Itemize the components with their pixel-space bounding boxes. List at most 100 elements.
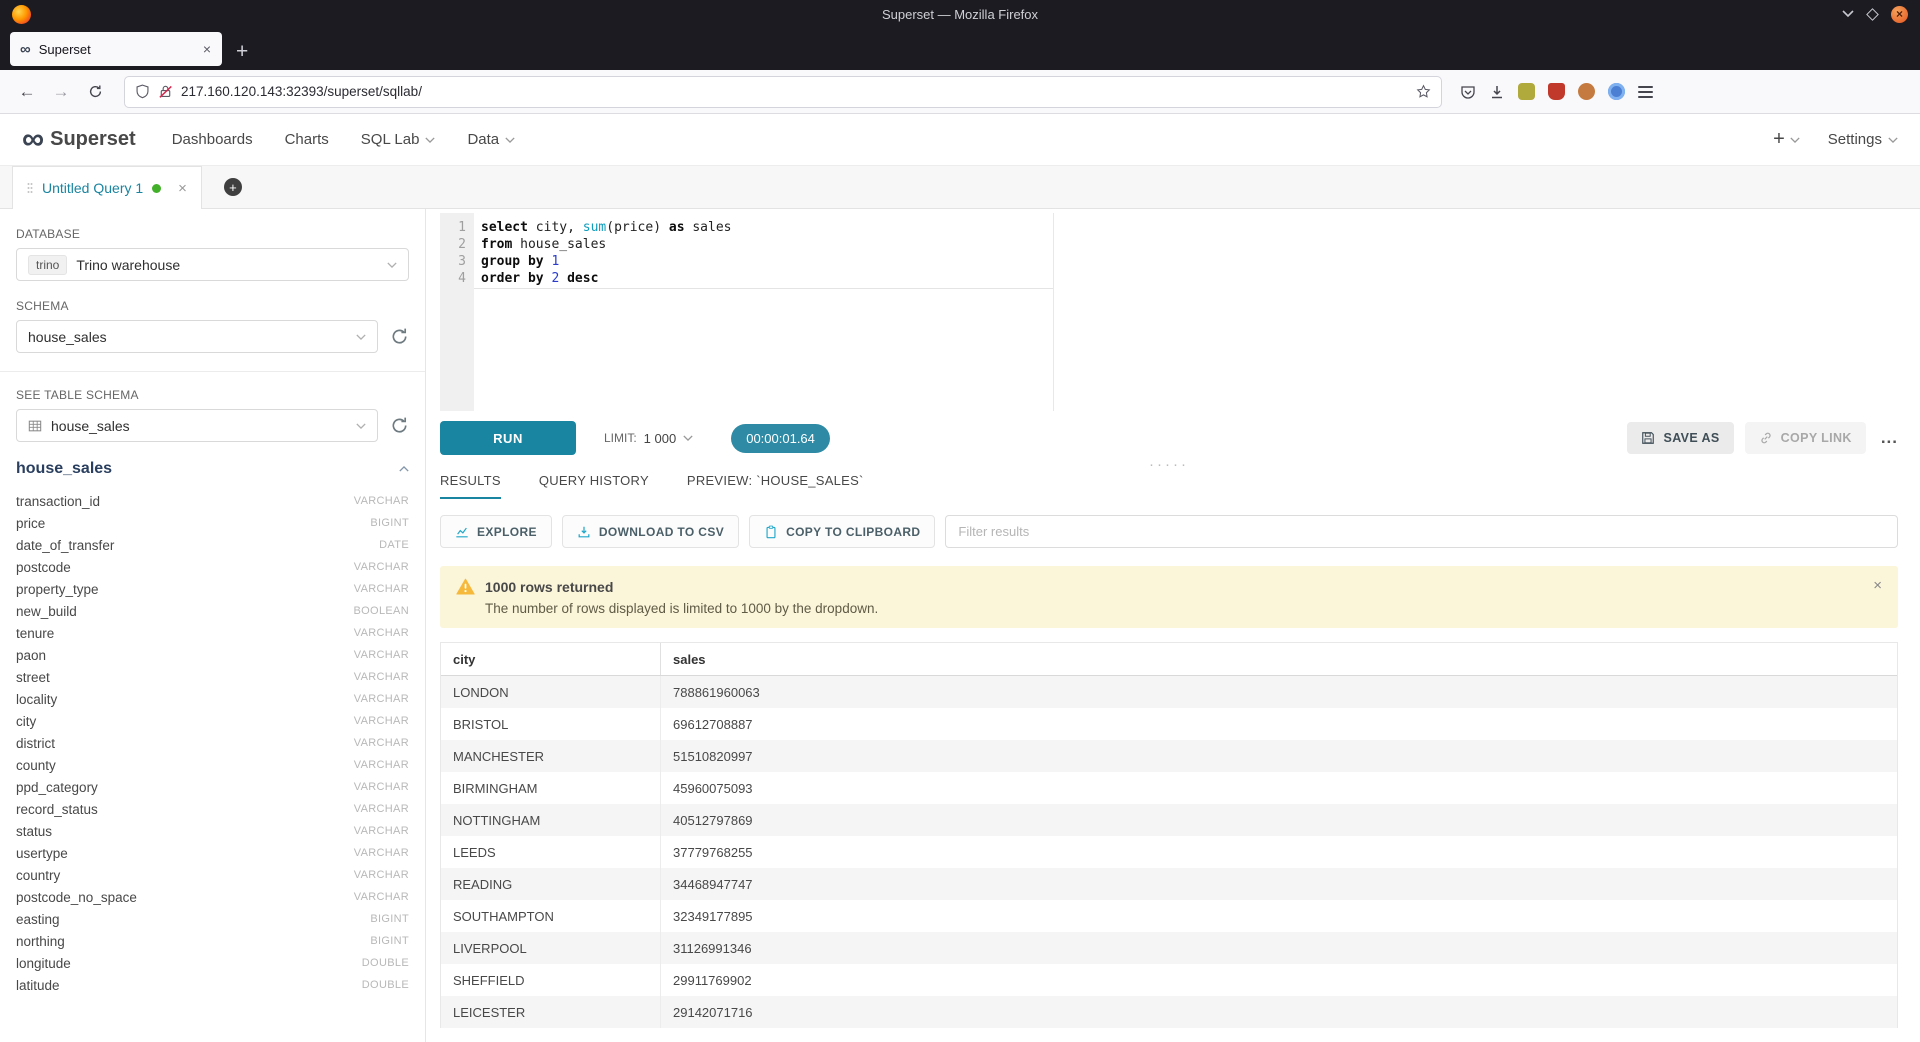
table-select[interactable]: house_sales bbox=[16, 409, 378, 442]
nav-item-sql-lab[interactable]: SQL Lab bbox=[361, 131, 436, 148]
copy-clipboard-button[interactable]: COPY TO CLIPBOARD bbox=[749, 515, 935, 548]
chevron-up-icon[interactable] bbox=[399, 466, 409, 472]
table-row[interactable]: BIRMINGHAM45960075093 bbox=[441, 772, 1897, 804]
table-row[interactable]: SHEFFIELD29911769902 bbox=[441, 964, 1897, 996]
table-name[interactable]: house_sales bbox=[16, 460, 112, 478]
column-row[interactable]: countryVARCHAR bbox=[16, 864, 409, 886]
table-row[interactable]: LONDON788861960063 bbox=[441, 676, 1897, 708]
back-button[interactable]: ← bbox=[14, 82, 40, 102]
limit-dropdown[interactable]: LIMIT: 1 000 bbox=[604, 431, 693, 446]
column-row[interactable]: record_statusVARCHAR bbox=[16, 798, 409, 820]
window-minimize-button[interactable] bbox=[1842, 10, 1854, 18]
editor-code[interactable]: select city, sum(price) as salesfrom hou… bbox=[474, 213, 1898, 411]
column-row[interactable]: priceBIGINT bbox=[16, 512, 409, 534]
extension-icon-2[interactable] bbox=[1548, 83, 1565, 100]
see-table-label: SEE TABLE SCHEMA bbox=[16, 388, 409, 402]
column-row[interactable]: ppd_categoryVARCHAR bbox=[16, 776, 409, 798]
run-button[interactable]: RUN bbox=[440, 421, 576, 455]
column-row[interactable]: new_buildBOOLEAN bbox=[16, 600, 409, 622]
column-row[interactable]: date_of_transferDATE bbox=[16, 534, 409, 556]
tab-close-icon[interactable]: × bbox=[200, 41, 214, 57]
copy-link-button[interactable]: COPY LINK bbox=[1745, 422, 1866, 454]
column-header-city[interactable]: city bbox=[441, 643, 661, 675]
code-line[interactable]: order by 2 desc bbox=[481, 270, 1898, 287]
pane-splitter-handle[interactable]: ····· bbox=[440, 455, 1898, 473]
column-row[interactable]: countyVARCHAR bbox=[16, 754, 409, 776]
new-menu-button[interactable]: + bbox=[1773, 128, 1800, 151]
column-header-sales[interactable]: sales bbox=[661, 652, 706, 667]
explore-button[interactable]: EXPLORE bbox=[440, 515, 552, 548]
column-row[interactable]: postcode_no_spaceVARCHAR bbox=[16, 886, 409, 908]
url-bar[interactable]: 217.160.120.143:32393/superset/sqllab/ bbox=[124, 76, 1442, 108]
drag-handle-icon[interactable] bbox=[27, 182, 33, 194]
column-row[interactable]: longitudeDOUBLE bbox=[16, 952, 409, 974]
column-row[interactable]: tenureVARCHAR bbox=[16, 622, 409, 644]
reload-button[interactable] bbox=[82, 84, 108, 99]
filter-results-input[interactable] bbox=[945, 515, 1898, 548]
column-row[interactable]: latitudeDOUBLE bbox=[16, 974, 409, 996]
download-csv-button[interactable]: DOWNLOAD TO CSV bbox=[562, 515, 739, 548]
table-row[interactable]: SOUTHAMPTON32349177895 bbox=[441, 900, 1897, 932]
table-row[interactable]: LIVERPOOL31126991346 bbox=[441, 932, 1897, 964]
nav-item-dashboards[interactable]: Dashboards bbox=[172, 131, 253, 148]
more-actions-button[interactable]: ... bbox=[1881, 435, 1898, 442]
tab-results[interactable]: RESULTS bbox=[440, 473, 501, 499]
downloads-icon[interactable] bbox=[1489, 84, 1505, 100]
code-line[interactable]: select city, sum(price) as sales bbox=[481, 219, 1898, 236]
window-maximize-button[interactable] bbox=[1866, 8, 1879, 21]
sql-editor[interactable]: 1234 select city, sum(price) as salesfro… bbox=[440, 213, 1898, 411]
table-row[interactable]: NOTTINGHAM40512797869 bbox=[441, 804, 1897, 836]
column-row[interactable]: districtVARCHAR bbox=[16, 732, 409, 754]
refresh-table-icon[interactable] bbox=[390, 416, 409, 435]
forward-button[interactable]: → bbox=[48, 82, 74, 102]
tab-preview-house-sales[interactable]: PREVIEW: `HOUSE_SALES` bbox=[687, 473, 864, 499]
table-row[interactable]: LEEDS37779768255 bbox=[441, 836, 1897, 868]
column-row[interactable]: usertypeVARCHAR bbox=[16, 842, 409, 864]
code-line[interactable]: from house_sales bbox=[481, 236, 1898, 253]
column-row[interactable]: postcodeVARCHAR bbox=[16, 556, 409, 578]
column-row[interactable]: property_typeVARCHAR bbox=[16, 578, 409, 600]
table-row[interactable]: READING34468947747 bbox=[441, 868, 1897, 900]
column-row[interactable]: northingBIGINT bbox=[16, 930, 409, 952]
schema-select[interactable]: house_sales bbox=[16, 320, 378, 353]
tab-query-history[interactable]: QUERY HISTORY bbox=[539, 473, 649, 499]
alert-close-icon[interactable]: × bbox=[1873, 577, 1882, 594]
chevron-down-icon bbox=[505, 137, 515, 143]
table-row[interactable]: MANCHESTER51510820997 bbox=[441, 740, 1897, 772]
query-timer-badge: 00:00:01.64 bbox=[731, 424, 830, 453]
superset-brand[interactable]: ∞ Superset bbox=[22, 127, 136, 152]
column-row[interactable]: eastingBIGINT bbox=[16, 908, 409, 930]
column-row[interactable]: cityVARCHAR bbox=[16, 710, 409, 732]
column-row[interactable]: transaction_idVARCHAR bbox=[16, 490, 409, 512]
query-tab[interactable]: Untitled Query 1 × bbox=[12, 166, 202, 209]
query-status-dot bbox=[152, 184, 161, 193]
query-tab-close-icon[interactable]: × bbox=[178, 180, 187, 197]
lock-insecure-icon[interactable] bbox=[158, 84, 173, 99]
add-query-tab-button[interactable]: + bbox=[224, 178, 242, 196]
code-line[interactable]: group by 1 bbox=[481, 253, 1898, 270]
column-row[interactable]: paonVARCHAR bbox=[16, 644, 409, 666]
database-select[interactable]: trino Trino warehouse bbox=[16, 248, 409, 281]
column-name: city bbox=[16, 714, 36, 729]
cell-city: READING bbox=[441, 868, 661, 900]
save-as-button[interactable]: SAVE AS bbox=[1627, 422, 1733, 454]
new-tab-button[interactable]: + bbox=[236, 41, 248, 62]
refresh-schema-icon[interactable] bbox=[390, 327, 409, 346]
table-row[interactable]: LEICESTER29142071716 bbox=[441, 996, 1897, 1028]
window-close-button[interactable]: × bbox=[1891, 6, 1908, 23]
extension-icon-1[interactable] bbox=[1518, 83, 1535, 100]
nav-item-charts[interactable]: Charts bbox=[285, 131, 329, 148]
extension-icon-3[interactable] bbox=[1578, 83, 1595, 100]
settings-menu[interactable]: Settings bbox=[1828, 131, 1898, 148]
shield-icon[interactable] bbox=[135, 84, 150, 99]
bookmark-star-icon[interactable] bbox=[1416, 84, 1431, 99]
browser-tab[interactable]: ∞ Superset × bbox=[10, 32, 222, 66]
extension-icon-4[interactable] bbox=[1608, 83, 1625, 100]
pocket-icon[interactable] bbox=[1460, 84, 1476, 100]
table-row[interactable]: BRISTOL69612708887 bbox=[441, 708, 1897, 740]
column-row[interactable]: streetVARCHAR bbox=[16, 666, 409, 688]
column-row[interactable]: localityVARCHAR bbox=[16, 688, 409, 710]
column-row[interactable]: statusVARCHAR bbox=[16, 820, 409, 842]
nav-item-data[interactable]: Data bbox=[467, 131, 515, 148]
menu-hamburger-icon[interactable] bbox=[1638, 83, 1653, 101]
